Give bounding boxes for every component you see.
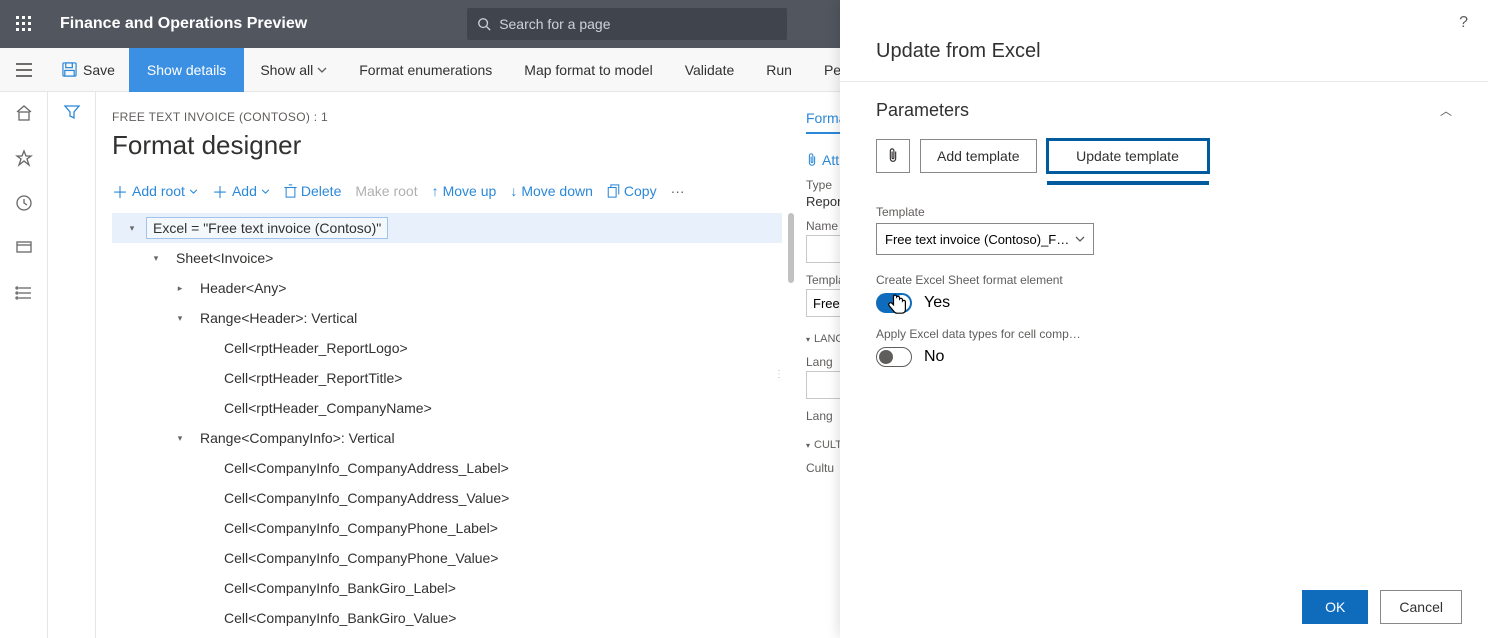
tree-toggle-icon[interactable]: ▾ — [172, 313, 188, 324]
tree-node-label: Sheet<Invoice> — [170, 248, 279, 268]
validate-button[interactable]: Validate — [669, 48, 751, 92]
tree-toggle-icon[interactable]: ▾ — [124, 223, 140, 234]
tree-node-label: Header<Any> — [194, 278, 292, 298]
tree-node[interactable]: Cell<CompanyInfo_CompanyAddress_Value> — [112, 483, 782, 513]
add-root-button[interactable]: ＋Add root — [112, 179, 198, 203]
tree-node[interactable]: Cell<CompanyInfo_BankGiro_Label> — [112, 573, 782, 603]
apply-types-toggle[interactable] — [876, 347, 912, 367]
add-template-button[interactable]: Add template — [920, 139, 1037, 173]
tree-toggle-icon[interactable]: ▸ — [172, 283, 188, 294]
workspace-icon[interactable] — [15, 239, 33, 262]
tree-node-label: Excel = "Free text invoice (Contoso)" — [146, 217, 388, 239]
make-root-button: Make root — [355, 183, 417, 199]
home-icon[interactable] — [15, 104, 33, 127]
update-template-button[interactable]: Update template — [1047, 139, 1209, 173]
tree-node[interactable]: Cell<CompanyInfo_BankGiro_Value> — [112, 603, 782, 633]
template-field-label: Template — [876, 205, 1452, 219]
tree-node-label: Cell<rptHeader_ReportLogo> — [218, 338, 414, 358]
app-title: Finance and Operations Preview — [60, 15, 307, 33]
tree-node[interactable]: ▸ Header<Any> — [112, 273, 782, 303]
chevron-up-icon[interactable]: ︿ — [1440, 102, 1452, 119]
tree-node-label: Cell<rptHeader_CompanyName> — [218, 398, 438, 418]
tree-node[interactable]: Cell<rptHeader_ReportTitle> — [112, 363, 782, 393]
tree-node-label: Cell<CompanyInfo_BankGiro_Label> — [218, 578, 462, 598]
tree-node[interactable]: Cell<CompanyInfo_CompanyPhone_Value> — [112, 543, 782, 573]
tree-node[interactable]: ▾ Range<CompanyInfo>: Vertical — [112, 423, 782, 453]
tree-toggle-icon[interactable]: ▾ — [172, 433, 188, 444]
copy-icon — [607, 184, 620, 198]
scrollbar-thumb[interactable] — [788, 213, 794, 283]
cancel-button[interactable]: Cancel — [1380, 590, 1462, 624]
parameters-header[interactable]: Parameters ︿ — [876, 100, 1452, 121]
page-title: Format designer — [112, 130, 782, 161]
tree-toggle-icon[interactable]: ▾ — [148, 253, 164, 264]
chevron-down-icon — [261, 189, 270, 194]
hamburger-icon[interactable] — [0, 63, 48, 77]
chevron-down-icon — [189, 189, 198, 194]
help-icon[interactable]: ? — [1459, 14, 1468, 32]
search-icon — [477, 17, 491, 31]
tree-node[interactable]: Cell<CompanyInfo_CompanyPhone_Label> — [112, 513, 782, 543]
star-icon[interactable] — [15, 149, 33, 172]
tree-node[interactable]: ▾ Excel = "Free text invoice (Contoso)" — [112, 213, 782, 243]
breadcrumb: FREE TEXT INVOICE (CONTOSO) : 1 — [112, 110, 782, 124]
move-down-button[interactable]: ↓Move down — [510, 183, 593, 199]
save-button[interactable]: Save — [48, 48, 129, 92]
move-up-button[interactable]: ↑Move up — [432, 183, 497, 199]
panel-footer: OK Cancel — [840, 576, 1488, 638]
list-icon[interactable] — [15, 284, 33, 307]
attachment-icon — [887, 148, 899, 164]
tree-node-label: Range<CompanyInfo>: Vertical — [194, 428, 401, 448]
filter-icon[interactable] — [64, 104, 80, 638]
attachment-icon — [806, 153, 818, 167]
trash-icon — [284, 184, 297, 198]
chevron-down-icon — [317, 67, 327, 73]
apply-types-label: Apply Excel data types for cell comp… — [876, 327, 1452, 341]
left-nav — [0, 92, 48, 638]
ok-button[interactable]: OK — [1302, 590, 1368, 624]
apply-types-value: No — [924, 348, 944, 366]
tree-node-label: Range<Header>: Vertical — [194, 308, 363, 328]
tree-node[interactable]: Cell<rptHeader_ReportLogo> — [112, 333, 782, 363]
show-details-button[interactable]: Show details — [129, 48, 244, 92]
delete-button[interactable]: Delete — [284, 183, 341, 199]
add-button[interactable]: ＋Add — [212, 179, 270, 203]
tree-node[interactable]: ▾ Range<Header>: Vertical — [112, 303, 782, 333]
show-all-button[interactable]: Show all — [244, 48, 343, 92]
tree-area: FREE TEXT INVOICE (CONTOSO) : 1 Format d… — [112, 110, 782, 638]
template-dropdown[interactable]: Free text invoice (Contoso)_F… — [876, 223, 1094, 255]
format-enumerations-button[interactable]: Format enumerations — [343, 48, 508, 92]
copy-button[interactable]: Copy — [607, 183, 657, 199]
tree-toolbar: ＋Add root ＋Add Delete Make root ↑Move up… — [112, 179, 782, 203]
search-placeholder: Search for a page — [499, 16, 610, 32]
more-button[interactable]: ··· — [671, 183, 685, 199]
chevron-down-icon — [1075, 236, 1085, 242]
save-icon — [62, 62, 77, 77]
tree-node-label: Cell<CompanyInfo_CompanyPhone_Label> — [218, 518, 504, 538]
tree-node[interactable]: Cell<rptHeader_CompanyName> — [112, 393, 782, 423]
tree-node-label: Cell<CompanyInfo_CompanyAddress_Value> — [218, 488, 515, 508]
clock-icon[interactable] — [15, 194, 33, 217]
waffle-icon[interactable] — [0, 0, 48, 48]
tree-node-label: Cell<CompanyInfo_CompanyAddress_Label> — [218, 458, 515, 478]
tree-node-label: Cell<CompanyInfo_BankGiro_Value> — [218, 608, 462, 628]
create-sheet-toggle[interactable] — [876, 293, 912, 313]
attachment-button[interactable] — [876, 139, 910, 173]
format-tree: ▾ Excel = "Free text invoice (Contoso)" ▾ S… — [112, 213, 782, 633]
create-sheet-value: Yes — [924, 294, 950, 312]
tree-node-label: Cell<CompanyInfo_CompanyPhone_Value> — [218, 548, 504, 568]
create-sheet-label: Create Excel Sheet format element — [876, 273, 1452, 287]
update-from-excel-panel: ? Update from Excel Parameters ︿ Add tem… — [840, 0, 1488, 638]
run-button[interactable]: Run — [750, 48, 808, 92]
update-template-underline — [1047, 181, 1209, 185]
search-input[interactable]: Search for a page — [467, 8, 787, 40]
tree-node[interactable]: ▾ Sheet<Invoice> — [112, 243, 782, 273]
filter-column — [48, 92, 96, 638]
tree-node[interactable]: Cell<CompanyInfo_CompanyAddress_Label> — [112, 453, 782, 483]
map-format-button[interactable]: Map format to model — [508, 48, 668, 92]
panel-title: Update from Excel — [840, 0, 1488, 81]
tree-node-label: Cell<rptHeader_ReportTitle> — [218, 368, 408, 388]
